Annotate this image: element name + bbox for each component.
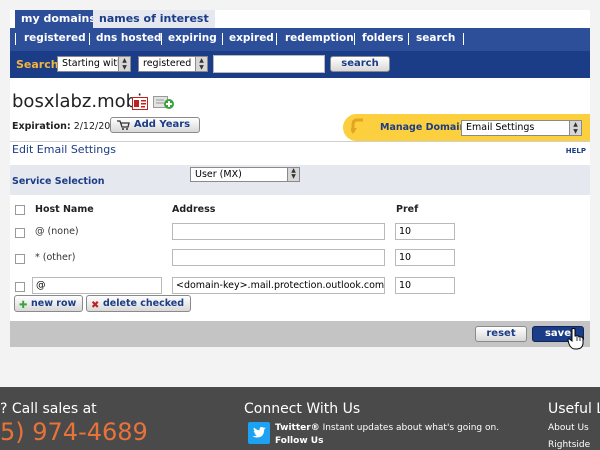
page-title: Edit Email Settings bbox=[12, 143, 116, 156]
host-prefix: @ bbox=[36, 280, 46, 291]
contact-card-icon[interactable] bbox=[132, 95, 148, 114]
twitter-text: Instant updates about what's going on. bbox=[322, 423, 500, 433]
pref-input[interactable]: 10 bbox=[395, 223, 455, 240]
nav-separator bbox=[408, 33, 409, 45]
service-selection-row: Service Selection User (MX) ▲ ▼ bbox=[10, 165, 590, 195]
domain-manager-panel: my domains names of interest registered … bbox=[10, 10, 590, 347]
nav-folders[interactable]: folders bbox=[362, 32, 403, 44]
search-mode-select[interactable]: Starting with ▲ ▼ bbox=[57, 56, 131, 72]
help-link[interactable]: HELP bbox=[566, 147, 586, 155]
nav-separator bbox=[89, 33, 90, 45]
service-selection-label: Service Selection bbox=[12, 176, 105, 187]
nav-separator bbox=[463, 33, 464, 45]
cart-icon bbox=[117, 120, 130, 135]
select-arrows-icon: ▲ ▼ bbox=[287, 168, 299, 181]
select-arrows-icon: ▲ ▼ bbox=[195, 57, 207, 71]
row-checkbox[interactable] bbox=[15, 282, 25, 292]
nav-registered[interactable]: registered bbox=[24, 32, 86, 44]
back-arrow-icon bbox=[349, 118, 367, 140]
search-scope-select[interactable]: registered ▲ ▼ bbox=[138, 56, 208, 72]
nav-dns-hosted[interactable]: dns hosted bbox=[96, 32, 162, 44]
nav-separator bbox=[15, 33, 16, 45]
expiration-info: Expiration: 2/12/2017 bbox=[12, 121, 122, 132]
nav-separator bbox=[354, 33, 355, 45]
manage-domain-label: Manage Domain: bbox=[380, 122, 471, 133]
manage-domain-value: Email Settings bbox=[466, 122, 535, 133]
delete-checked-label: delete checked bbox=[103, 298, 185, 309]
nav-separator bbox=[222, 33, 223, 45]
pref-input[interactable]: 10 bbox=[395, 277, 455, 294]
pref-header: Pref bbox=[396, 204, 419, 215]
hand-pointer-icon bbox=[567, 328, 585, 354]
rightside-link[interactable]: Rightside bbox=[548, 440, 590, 450]
add-years-button[interactable]: Add Years bbox=[110, 117, 200, 133]
plus-icon: ✚ bbox=[19, 300, 28, 311]
sales-heading: ? Call sales at bbox=[0, 401, 97, 417]
nav-separator bbox=[161, 33, 162, 45]
nav-expired[interactable]: expired bbox=[229, 32, 274, 44]
search-label: Search bbox=[16, 58, 59, 71]
nav-expiring[interactable]: expiring bbox=[168, 32, 217, 44]
connect-heading: Connect With Us bbox=[244, 401, 361, 417]
domain-name: bosxlabz.mobi bbox=[12, 91, 143, 112]
tab-names-of-interest[interactable]: names of interest bbox=[93, 10, 215, 28]
service-type-select[interactable]: User (MX) ▲ ▼ bbox=[190, 167, 300, 182]
host-name-cell: * (other) bbox=[35, 252, 76, 263]
tab-my-domains[interactable]: my domains bbox=[15, 10, 102, 28]
manage-domain-area: Manage Domain: Email Settings ▲ ▼ bbox=[343, 114, 590, 141]
useful-links-heading: Useful Li bbox=[548, 401, 600, 417]
twitter-label: Twitter® bbox=[275, 423, 320, 433]
host-name-input[interactable]: @ bbox=[32, 277, 162, 294]
search-mode-value: Starting with bbox=[62, 58, 124, 69]
new-row-label: new row bbox=[31, 298, 77, 309]
twitter-description: Twitter® Instant updates about what's go… bbox=[275, 423, 499, 433]
search-scope-value: registered bbox=[143, 58, 192, 69]
nav-redemption[interactable]: redemption bbox=[285, 32, 354, 44]
host-prefix: * bbox=[35, 252, 40, 263]
host-hint: (other) bbox=[42, 252, 76, 263]
expiration-label: Expiration: bbox=[12, 121, 71, 132]
address-header: Address bbox=[172, 204, 216, 215]
action-bar: reset save bbox=[10, 321, 590, 347]
host-name-header: Host Name bbox=[35, 204, 94, 215]
follow-us-link[interactable]: Follow Us bbox=[275, 436, 323, 446]
add-years-label: Add Years bbox=[133, 119, 191, 130]
address-input[interactable]: <domain-key>.mail.protection.outlook.com… bbox=[172, 277, 385, 294]
host-hint: (none) bbox=[47, 226, 79, 237]
reset-button[interactable]: reset bbox=[475, 326, 527, 342]
search-input[interactable] bbox=[213, 55, 325, 73]
select-arrows-icon: ▲ ▼ bbox=[118, 57, 130, 71]
row-checkbox[interactable] bbox=[15, 254, 25, 264]
host-name-cell: @ (none) bbox=[35, 226, 79, 237]
delete-checked-button[interactable]: ✖ delete checked bbox=[86, 295, 192, 312]
domain-nav-bar: registered dns hosted expiring expired r… bbox=[10, 28, 590, 51]
new-row-button[interactable]: ✚ new row bbox=[14, 295, 84, 312]
tab-bar: my domains names of interest bbox=[10, 10, 590, 28]
service-type-value: User (MX) bbox=[195, 169, 242, 180]
delete-icon: ✖ bbox=[91, 300, 100, 311]
manage-domain-select[interactable]: Email Settings ▲ ▼ bbox=[461, 120, 582, 136]
host-prefix: @ bbox=[35, 226, 45, 237]
address-input[interactable] bbox=[172, 249, 385, 266]
select-all-checkbox[interactable] bbox=[15, 205, 25, 215]
pref-input[interactable]: 10 bbox=[395, 249, 455, 266]
twitter-icon[interactable] bbox=[248, 422, 270, 444]
divider bbox=[10, 141, 590, 142]
site-footer: ? Call sales at 5) 974-4689 Connect With… bbox=[0, 387, 600, 450]
address-input[interactable] bbox=[172, 223, 385, 240]
search-bar: Search Starting with ▲ ▼ registered ▲ ▼ se… bbox=[10, 51, 590, 78]
sales-phone[interactable]: 5) 974-4689 bbox=[0, 418, 148, 446]
about-us-link[interactable]: About Us bbox=[548, 423, 589, 433]
add-to-folder-icon[interactable] bbox=[153, 94, 175, 114]
nav-separator bbox=[276, 33, 277, 45]
row-checkbox[interactable] bbox=[15, 228, 25, 238]
select-arrows-icon: ▲ ▼ bbox=[569, 121, 581, 135]
search-button[interactable]: search bbox=[330, 56, 390, 72]
nav-search[interactable]: search bbox=[416, 32, 455, 44]
